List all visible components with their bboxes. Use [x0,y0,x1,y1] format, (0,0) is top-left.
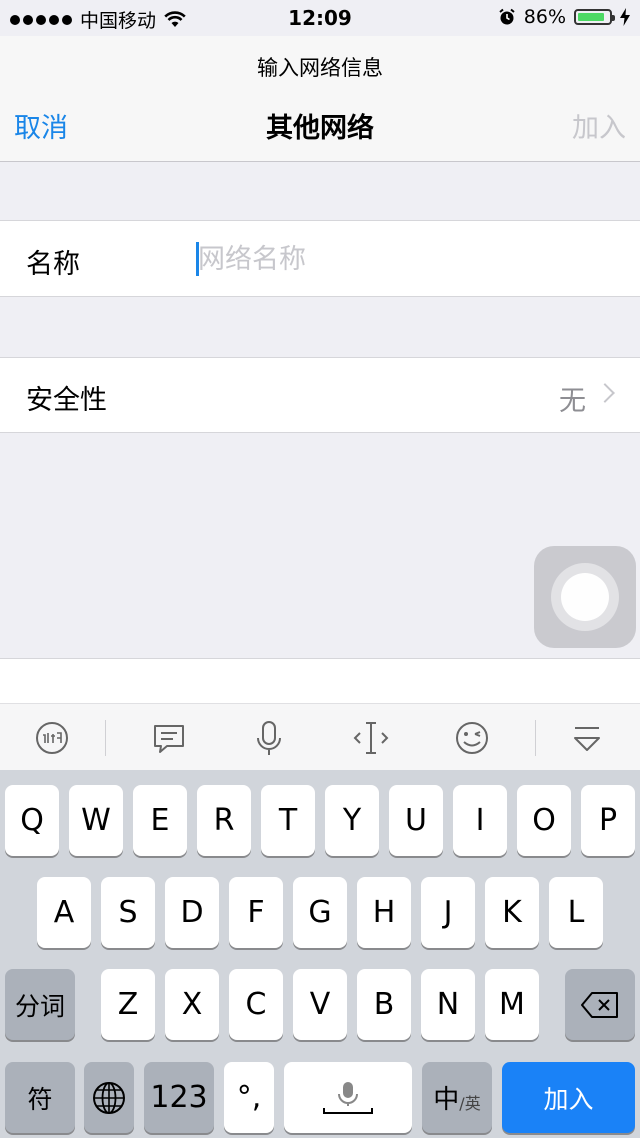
key-f[interactable]: F [229,877,283,948]
key-g[interactable]: G [293,877,347,948]
key-i[interactable]: I [453,785,507,856]
battery-percent: 86% [523,6,566,28]
nav-prompt: 输入网络信息 [257,56,383,80]
page-title: 其他网络 [266,113,374,144]
alarm-icon [499,8,515,25]
language-alt: /英 [459,1093,481,1113]
emoji-icon[interactable] [452,718,492,758]
network-name-row[interactable]: 名称 [0,220,640,297]
key-n[interactable]: N [421,969,475,1040]
security-row[interactable]: 安全性 无 [0,357,640,433]
battery-icon [574,9,615,25]
punctuation-key[interactable]: °, [224,1062,274,1133]
key-s[interactable]: S [101,877,155,948]
key-l[interactable]: L [549,877,603,948]
charging-bolt-icon [620,8,630,26]
key-e[interactable]: E [133,785,187,856]
language-main: 中 [433,1085,460,1115]
key-w[interactable]: W [69,785,123,856]
numbers-key[interactable]: 123 [144,1062,214,1133]
microphone-icon[interactable] [249,718,289,758]
chevron-right-icon [595,383,615,403]
space-mic-icon [323,1081,373,1114]
segment-key[interactable]: 分词 [5,969,75,1040]
ifly-logo-icon[interactable] [32,718,72,758]
globe-key[interactable] [84,1062,134,1133]
cursor-move-icon[interactable] [351,718,391,758]
battery-fill [578,13,604,21]
join-button[interactable]: 加入 [572,106,626,145]
status-bar: 中国移动 12:09 86% [0,0,640,36]
delete-key[interactable] [565,969,635,1040]
keyboard-hide-icon[interactable] [567,718,607,758]
status-right: 86% [498,6,630,28]
assistive-touch-button[interactable] [534,546,636,648]
navigation-bar: 输入网络信息 取消 其他网络 加入 [0,36,640,162]
backspace-icon [581,991,618,1018]
keyboard-toolbar [0,703,640,770]
key-y[interactable]: Y [325,785,379,856]
key-r[interactable]: R [197,785,251,856]
message-icon[interactable] [149,718,189,758]
key-c[interactable]: C [229,969,283,1040]
key-a[interactable]: A [37,877,91,948]
key-o[interactable]: O [517,785,571,856]
key-v[interactable]: V [293,969,347,1040]
key-p[interactable]: P [581,785,635,856]
key-j[interactable]: J [421,877,475,948]
key-x[interactable]: X [165,969,219,1040]
key-t[interactable]: T [261,785,315,856]
key-u[interactable]: U [389,785,443,856]
network-name-label: 名称 [26,249,80,280]
security-label: 安全性 [26,385,107,416]
keyboard: Q W E R T Y U I O P A S D F G H J K L 分词… [0,770,640,1138]
key-d[interactable]: D [165,877,219,948]
language-switch-key[interactable]: 中/英 [422,1062,492,1133]
key-b[interactable]: B [357,969,411,1040]
key-m[interactable]: M [485,969,539,1040]
key-k[interactable]: K [485,877,539,948]
key-q[interactable]: Q [5,785,59,856]
space-key[interactable] [284,1062,412,1133]
keyboard-top-strip [0,658,640,704]
join-key[interactable]: 加入 [502,1062,635,1133]
globe-icon [93,1081,125,1114]
key-h[interactable]: H [357,877,411,948]
key-z[interactable]: Z [101,969,155,1040]
network-name-input[interactable] [196,239,618,279]
security-value: 无 [559,386,586,417]
symbols-key[interactable]: 符 [5,1062,75,1133]
